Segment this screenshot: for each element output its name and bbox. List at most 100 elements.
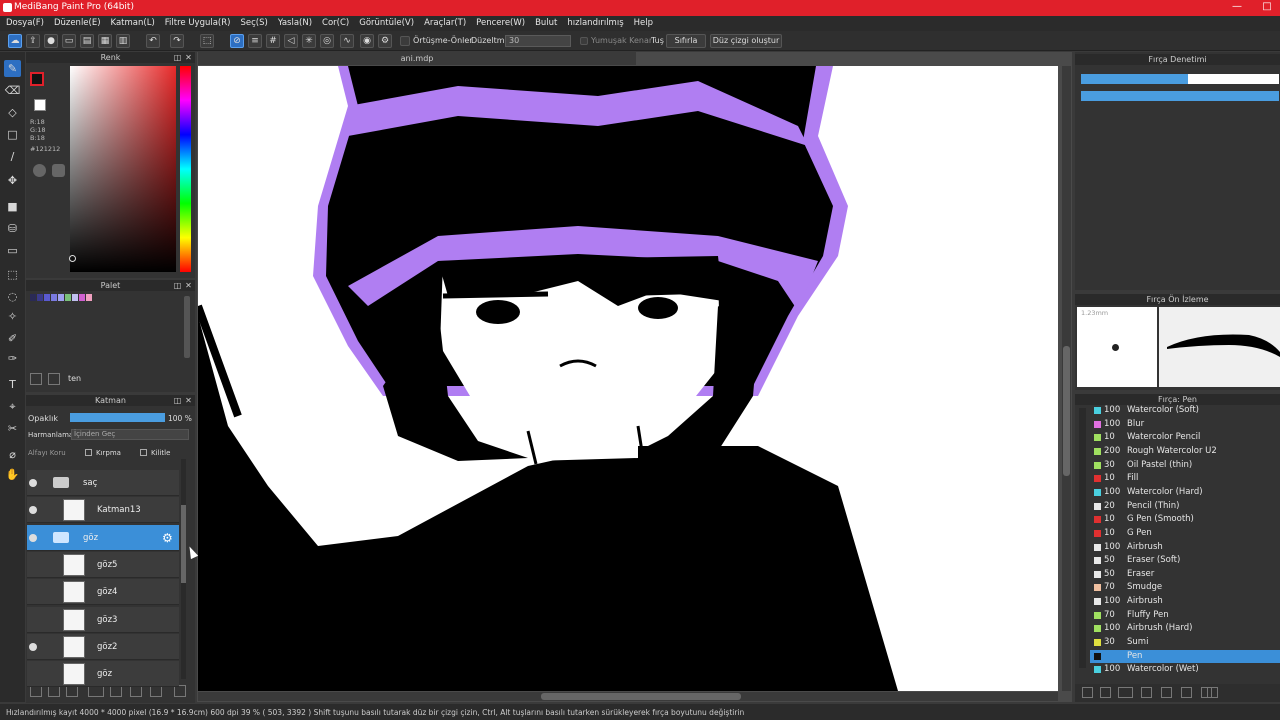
eraser-tool-icon[interactable]: ⌫ xyxy=(4,82,21,99)
brush-item[interactable]: 30 Oil Pastel (thin) xyxy=(1090,459,1280,473)
layer-row[interactable]: göz5 xyxy=(27,551,179,578)
drawing-canvas[interactable] xyxy=(198,66,1058,691)
eyedropper-icon[interactable]: ⌀ xyxy=(4,446,21,463)
brush-item[interactable]: 10 G Pen xyxy=(1090,527,1280,541)
maximize-icon[interactable]: □ xyxy=(1252,1,1280,12)
menu-file[interactable]: Dosya(F) xyxy=(0,16,48,28)
palette-swatch[interactable] xyxy=(72,294,78,301)
hue-slider[interactable] xyxy=(180,66,191,272)
soft-edge-checkbox[interactable] xyxy=(580,37,588,45)
panel-close-icon[interactable]: ✕ xyxy=(184,53,193,62)
brush-size-slider[interactable] xyxy=(1081,74,1279,84)
panel-icon[interactable]: ▭ xyxy=(62,34,76,48)
menu-select[interactable]: Seç(S) xyxy=(234,16,271,28)
reset-button[interactable]: Sıfırla xyxy=(666,34,706,48)
select-tool-icon[interactable]: ⬚ xyxy=(4,266,21,283)
snap-parallel-icon[interactable]: ≡ xyxy=(248,34,262,48)
comment-icon[interactable]: ● xyxy=(44,34,58,48)
brush-item[interactable]: 70 Fluffy Pen xyxy=(1090,609,1280,623)
brush-item[interactable]: 100 Airbrush xyxy=(1090,541,1280,555)
menu-color[interactable]: Cor(C) xyxy=(316,16,353,28)
hand-tool-icon[interactable]: ✋ xyxy=(4,466,21,483)
brush-item[interactable]: 10 Fill xyxy=(1090,472,1280,486)
select-pen-icon[interactable]: ✐ xyxy=(4,330,21,347)
color-picker-handle[interactable] xyxy=(69,255,76,262)
snap-grid-icon[interactable]: # xyxy=(266,34,280,48)
saturation-value-picker[interactable] xyxy=(70,66,176,272)
lock-checkbox[interactable] xyxy=(140,449,147,456)
brush-item[interactable]: Pen xyxy=(1090,649,1280,664)
overlap-checkbox[interactable] xyxy=(400,36,410,46)
layer-folder-row[interactable]: saç xyxy=(27,470,179,496)
panel-close-icon[interactable]: ✕ xyxy=(184,281,193,290)
palette-scrollbar[interactable] xyxy=(184,296,190,358)
snap-perspective-icon[interactable]: ◁ xyxy=(284,34,298,48)
brush-item[interactable]: 100 Blur xyxy=(1090,418,1280,432)
add-palette-icon[interactable] xyxy=(30,373,42,385)
menu-layer[interactable]: Katman(L) xyxy=(105,16,159,28)
fill-rect-icon[interactable]: ■ xyxy=(4,198,21,215)
palette-swatch[interactable] xyxy=(65,294,71,301)
layer-row[interactable]: göz xyxy=(27,661,179,688)
brush-item[interactable]: 200 Rough Watercolor U2 xyxy=(1090,445,1280,459)
brush-item[interactable]: 50 Eraser xyxy=(1090,568,1280,582)
grid-icon[interactable]: ▥ xyxy=(116,34,130,48)
brush-item[interactable]: 70 Smudge xyxy=(1090,581,1280,595)
divide-tool-icon[interactable]: ✂ xyxy=(4,420,21,437)
delete-palette-icon[interactable] xyxy=(48,373,60,385)
snap-off-icon[interactable]: ⊘ xyxy=(230,34,244,48)
document-tab[interactable]: ani.mdp xyxy=(198,52,636,65)
brush-item[interactable]: 50 Eraser (Soft) xyxy=(1090,554,1280,568)
brush-tool-icon[interactable]: ✎ xyxy=(4,60,21,77)
layer-row[interactable]: göz2 xyxy=(27,633,179,660)
panel-close-icon[interactable]: ✕ xyxy=(184,396,193,405)
palette-swatch[interactable] xyxy=(79,294,85,301)
canvas-h-scrollbar[interactable] xyxy=(198,692,1058,701)
visibility-icon[interactable] xyxy=(29,533,37,542)
menu-view[interactable]: Görüntüle(V) xyxy=(353,16,418,28)
brush-menu-icon[interactable] xyxy=(1118,687,1133,698)
menu-snap[interactable]: Yasla(N) xyxy=(272,16,316,28)
visibility-icon[interactable] xyxy=(29,506,37,515)
canvas-v-scroll-thumb[interactable] xyxy=(1063,346,1070,476)
palette-swatch[interactable] xyxy=(58,294,64,301)
menu-cloud[interactable]: Bulut xyxy=(529,16,561,28)
deselect-icon[interactable]: ⬚ xyxy=(200,34,214,48)
upload-icon[interactable]: ⇪ xyxy=(26,34,40,48)
brush-item[interactable]: 100 Watercolor (Hard) xyxy=(1090,486,1280,500)
magic-wand-icon[interactable]: ✧ xyxy=(4,308,21,325)
menu-help[interactable]: Help xyxy=(628,16,657,28)
primary-color-swatch[interactable] xyxy=(30,72,44,86)
visibility-icon[interactable] xyxy=(29,479,37,487)
move-tool-icon[interactable]: ✥ xyxy=(4,172,21,189)
blur-tool-icon[interactable]: ◇ xyxy=(4,104,21,121)
brush-import-icon[interactable] xyxy=(1181,687,1192,698)
layer-row[interactable]: göz4 xyxy=(27,579,179,606)
canvas-v-scrollbar[interactable] xyxy=(1062,66,1071,691)
brush-item[interactable]: 10 G Pen (Smooth) xyxy=(1090,513,1280,527)
select-eraser-icon[interactable]: ✑ xyxy=(4,350,21,367)
lasso-tool-icon[interactable]: ◌ xyxy=(4,288,21,305)
brush-cloud-icon[interactable] xyxy=(1161,687,1172,698)
layer-scrollbar-thumb[interactable] xyxy=(181,505,186,583)
snap-circle-icon[interactable]: ◎ xyxy=(320,34,334,48)
menu-speed[interactable]: hızlandırılmış xyxy=(561,16,627,28)
correction-select[interactable]: 30 xyxy=(505,35,571,47)
visibility-icon[interactable] xyxy=(29,642,37,651)
line-tool-icon[interactable]: ∕ xyxy=(4,148,21,165)
panel-float-icon[interactable]: ◫ xyxy=(173,53,182,62)
brush-item[interactable]: 10 Watercolor Pencil xyxy=(1090,431,1280,445)
brush-opacity-slider[interactable] xyxy=(1081,91,1279,101)
text-tool-icon[interactable]: T xyxy=(4,376,21,393)
brush-item[interactable]: 20 Pencil (Thin) xyxy=(1090,500,1280,514)
pages-icon[interactable]: ▦ xyxy=(98,34,112,48)
layer-settings-icon[interactable]: ⚙ xyxy=(162,531,173,545)
bucket-tool-icon[interactable]: ⛁ xyxy=(4,220,21,237)
panel-float-icon[interactable]: ◫ xyxy=(173,396,182,405)
panel-float-icon[interactable]: ◫ xyxy=(173,281,182,290)
layer-row[interactable]: Katman13 xyxy=(27,497,179,524)
cloud-icon[interactable]: ☁ xyxy=(8,34,22,48)
brush-item[interactable]: 100 Watercolor (Wet) xyxy=(1090,663,1280,677)
palette-swatch[interactable] xyxy=(37,294,43,301)
brush-item[interactable]: 30 Sumi xyxy=(1090,636,1280,650)
